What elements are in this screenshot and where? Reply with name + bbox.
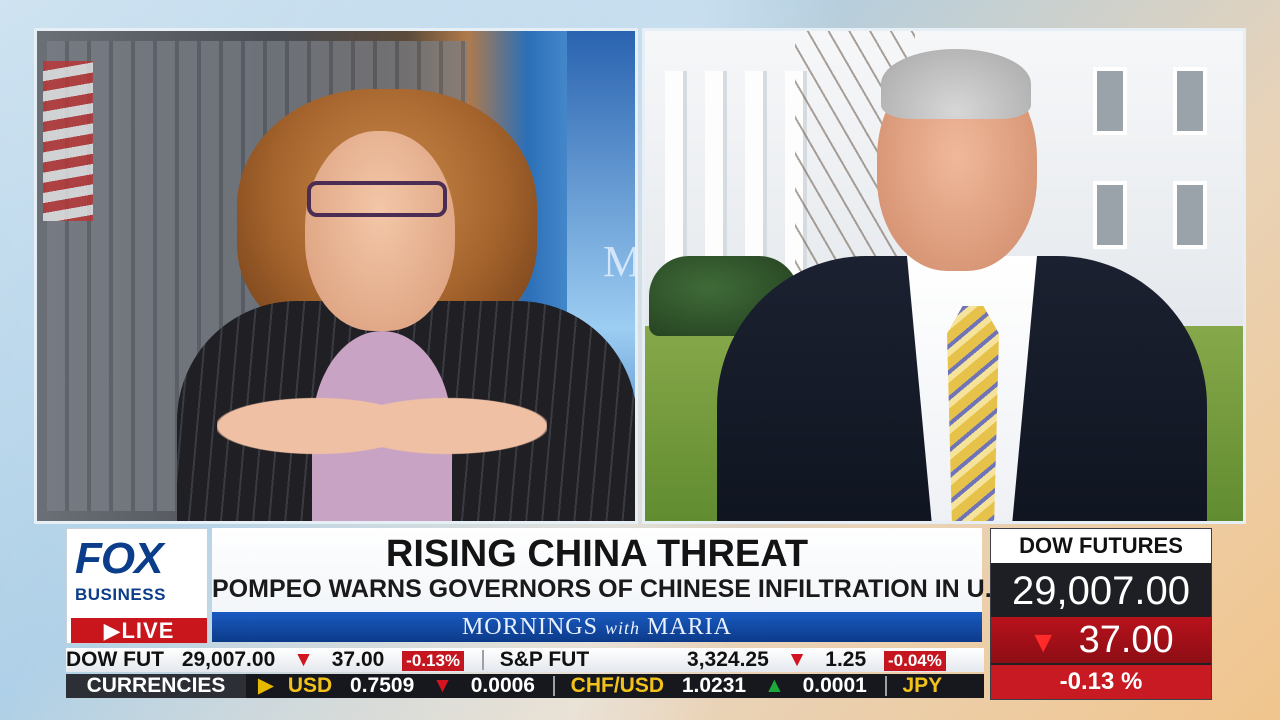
lower-third: FOX BUSINESS ▶LIVE RISING CHINA THREAT P… (66, 528, 1212, 700)
up-arrow-icon: ▲ (763, 674, 785, 697)
ticker-jpy-label: JPY (902, 674, 943, 697)
window (1173, 181, 1207, 249)
guest-video-panel (642, 28, 1246, 524)
dow-futures-box: DOW FUTURES 29,007.00 ▼ 37.00 -0.13 % (990, 528, 1212, 700)
play-arrow-icon: ▶ (257, 674, 274, 697)
host-hands (217, 361, 547, 491)
dow-futures-title: DOW FUTURES (991, 529, 1211, 563)
ticker-divider (481, 650, 484, 671)
live-badge: ▶LIVE (71, 618, 207, 643)
show-name-host: MARIA (647, 614, 733, 640)
ticker-divider (884, 676, 887, 697)
host-face (305, 131, 455, 331)
ticker-sp-value: 3,324.25 (687, 648, 769, 671)
show-name-with: with (604, 618, 640, 638)
window (1093, 181, 1127, 249)
window (1093, 67, 1127, 135)
guest-hair (881, 49, 1031, 119)
show-name-bar: MORNINGS with MARIA (212, 612, 982, 642)
dow-futures-change-value: 37.00 (1078, 619, 1174, 661)
ticker-dow-change: 37.00 (331, 648, 385, 671)
show-name: MORNINGS (461, 614, 598, 640)
down-arrow-icon: ▼ (1028, 626, 1059, 659)
ticker-divider (552, 676, 555, 697)
down-arrow-icon: ▼ (786, 648, 808, 671)
guest-tie (947, 306, 999, 521)
flag-image (43, 61, 93, 221)
ticker-usd-value: 0.7509 (350, 674, 415, 697)
logo-fox-text: FOX (75, 534, 163, 583)
ticker-dow-percent: -0.13% (402, 651, 465, 671)
studio-show-logo: M (603, 236, 635, 287)
ticker-chf-label: CHF/USD (570, 674, 665, 697)
ticker-usd-label: USD (287, 674, 333, 697)
currencies-ticker: CURRENCIES ▶ USD 0.7509 ▼ 0.0006 CHF/USD… (66, 674, 984, 698)
headline-subtitle: POMPEO WARNS GOVERNORS OF CHINESE INFILT… (212, 575, 1016, 603)
ticker-sp-percent: -0.04% (883, 651, 946, 671)
headline-title: RISING CHINA THREAT (385, 533, 809, 575)
down-arrow-icon: ▼ (293, 648, 314, 671)
ticker-usd-change: 0.0006 (470, 674, 535, 697)
ticker-chf-value: 1.0231 (681, 674, 747, 697)
dow-futures-percent: -0.13 % (991, 665, 1211, 699)
ticker-chf-change: 0.0001 (802, 674, 867, 697)
ticker-dow-value: 29,007.00 (181, 648, 276, 671)
ticker-currencies-label: CURRENCIES (66, 674, 246, 698)
fox-business-logo: FOX BUSINESS ▶LIVE (66, 528, 208, 644)
host-glasses (307, 181, 447, 217)
logo-business-text: BUSINESS (75, 585, 166, 604)
ticker-dow-label: DOW FUT (66, 648, 164, 671)
futures-ticker: DOW FUT 29,007.00 ▼ 37.00 -0.13% S&P FUT… (66, 648, 984, 672)
ticker-sp-change: 1.25 (825, 648, 867, 671)
ticker-sp-label: S&P FUT (499, 648, 590, 671)
host-video-panel: M (34, 28, 638, 524)
dow-futures-value: 29,007.00 (1012, 569, 1190, 613)
dow-futures-change: ▼ 37.00 (991, 617, 1211, 663)
down-arrow-icon: ▼ (432, 674, 453, 697)
window (1173, 67, 1207, 135)
